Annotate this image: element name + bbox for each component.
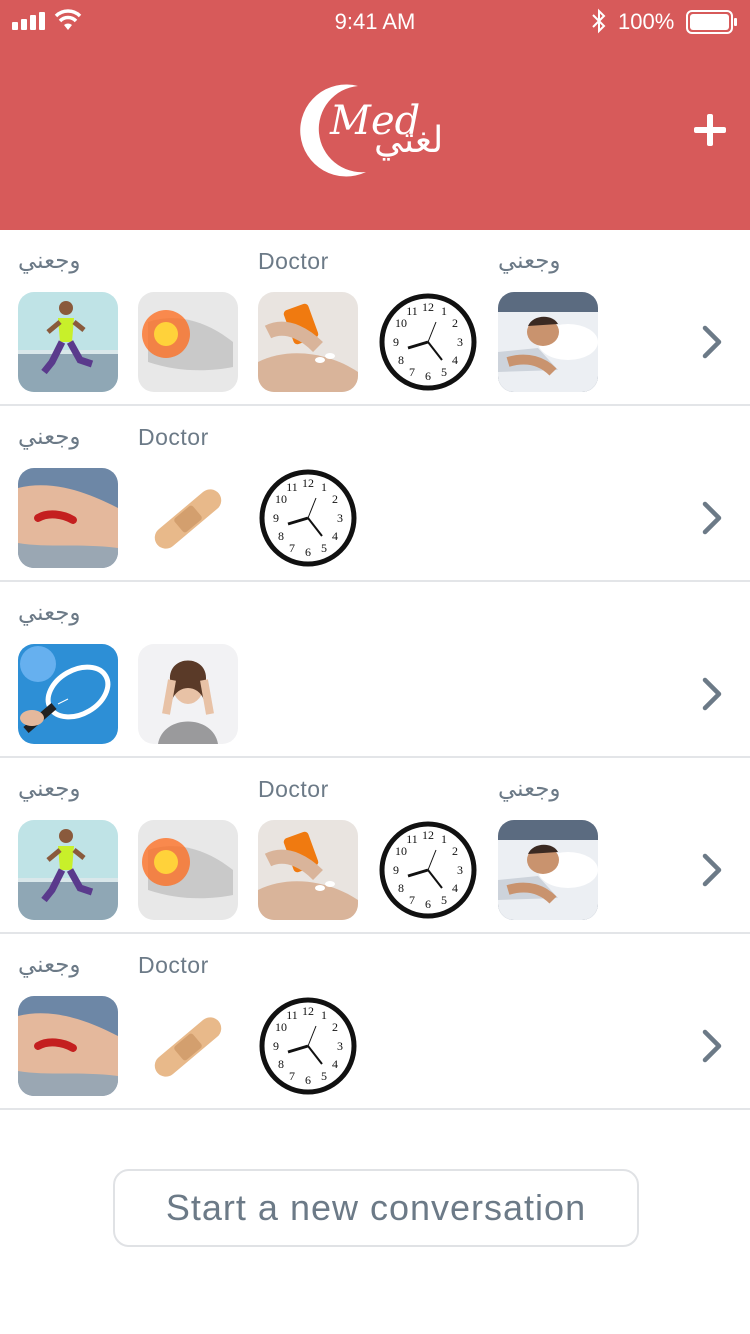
conversation-list: وجعني Doctor وجعني 12 1 2 3 4 5 6 7 8 9 10 11 وجعني Doct… <box>0 230 750 1110</box>
svg-text:2: 2 <box>452 316 458 330</box>
chevron-right-icon[interactable] <box>700 324 724 360</box>
svg-text:2: 2 <box>332 492 338 506</box>
pills-image <box>258 820 358 920</box>
bluetooth-icon <box>592 8 606 34</box>
tennis-racket-image <box>18 644 118 744</box>
conversation-label: وجعني <box>18 600 81 626</box>
svg-text:11: 11 <box>406 304 418 318</box>
pills-image <box>258 292 358 392</box>
status-bar: 9:41 AM 100% <box>0 0 750 44</box>
svg-text:12: 12 <box>422 300 434 314</box>
conversation-row[interactable]: وجعني Doctor 12 1 2 3 4 5 6 7 8 9 10 11 <box>0 406 750 582</box>
conversation-row[interactable]: وجعني Doctor 12 1 2 3 4 5 6 7 8 9 10 11 <box>0 934 750 1110</box>
conversation-row[interactable]: وجعني Doctor وجعني 12 1 2 3 4 5 6 7 8 9 10 11 <box>0 758 750 934</box>
svg-text:4: 4 <box>332 1057 338 1071</box>
svg-text:8: 8 <box>278 529 284 543</box>
svg-text:9: 9 <box>273 511 279 525</box>
svg-text:12: 12 <box>422 828 434 842</box>
svg-text:3: 3 <box>337 511 343 525</box>
runner-image <box>18 292 118 392</box>
svg-text:6: 6 <box>425 897 431 911</box>
svg-text:7: 7 <box>289 1069 295 1083</box>
injured-foot-image <box>138 820 238 920</box>
svg-text:1: 1 <box>441 832 447 846</box>
logo-arabic-text: لغتي <box>374 120 444 161</box>
svg-text:10: 10 <box>275 1020 287 1034</box>
runner-image <box>18 820 118 920</box>
add-conversation-button[interactable] <box>690 110 730 150</box>
start-new-conversation-button[interactable]: Start a new conversation <box>113 1169 639 1247</box>
scraped-arm-image <box>18 996 118 1096</box>
clock-image: 12 1 2 3 4 5 6 7 8 9 10 11 <box>258 996 358 1096</box>
svg-text:12: 12 <box>302 476 314 490</box>
svg-text:4: 4 <box>452 881 458 895</box>
svg-text:6: 6 <box>305 545 311 559</box>
clock-image: 12 1 2 3 4 5 6 7 8 9 10 11 <box>258 468 358 568</box>
clock-image: 12 1 2 3 4 5 6 7 8 9 10 11 <box>378 820 478 920</box>
svg-text:6: 6 <box>305 1073 311 1087</box>
svg-text:11: 11 <box>406 832 418 846</box>
svg-text:9: 9 <box>393 335 399 349</box>
app-header: 9:41 AM 100% Med لغتي <box>0 0 750 230</box>
svg-text:3: 3 <box>337 1039 343 1053</box>
headache-woman-image <box>138 644 238 744</box>
svg-text:4: 4 <box>452 353 458 367</box>
svg-text:8: 8 <box>398 881 404 895</box>
battery-percent: 100% <box>618 9 675 34</box>
app-logo: Med لغتي <box>296 80 456 180</box>
svg-text:2: 2 <box>332 1020 338 1034</box>
chevron-right-icon[interactable] <box>700 676 724 712</box>
svg-text:7: 7 <box>409 893 415 907</box>
conversation-label: وجعني <box>18 248 81 274</box>
conversation-label: Doctor <box>258 248 329 274</box>
svg-text:11: 11 <box>286 1008 298 1022</box>
chevron-right-icon[interactable] <box>700 500 724 536</box>
svg-text:10: 10 <box>275 492 287 506</box>
svg-text:5: 5 <box>441 893 447 907</box>
svg-text:11: 11 <box>286 480 298 494</box>
svg-text:1: 1 <box>441 304 447 318</box>
svg-text:6: 6 <box>425 369 431 383</box>
conversation-row[interactable]: وجعني <box>0 582 750 758</box>
conversation-label: Doctor <box>138 424 209 450</box>
svg-text:5: 5 <box>321 541 327 555</box>
conversation-label: وجعني <box>18 952 81 978</box>
svg-text:4: 4 <box>332 529 338 543</box>
battery-icon <box>686 10 737 34</box>
svg-text:7: 7 <box>409 365 415 379</box>
chevron-right-icon[interactable] <box>700 1028 724 1064</box>
bandage-image <box>138 996 238 1096</box>
conversation-label: وجعني <box>18 776 81 802</box>
conversation-label: وجعني <box>498 248 561 274</box>
sleeping-man-image <box>498 292 598 392</box>
svg-text:9: 9 <box>273 1039 279 1053</box>
svg-text:10: 10 <box>395 844 407 858</box>
svg-text:1: 1 <box>321 1008 327 1022</box>
conversation-label: Doctor <box>138 952 209 978</box>
svg-text:12: 12 <box>302 1004 314 1018</box>
conversation-label: وجعني <box>498 776 561 802</box>
svg-text:5: 5 <box>321 1069 327 1083</box>
svg-text:5: 5 <box>441 365 447 379</box>
bandage-image <box>138 468 238 568</box>
conversation-label: وجعني <box>18 424 81 450</box>
scraped-arm-image <box>18 468 118 568</box>
svg-text:3: 3 <box>457 335 463 349</box>
conversation-label: Doctor <box>258 776 329 802</box>
injured-foot-image <box>138 292 238 392</box>
svg-text:8: 8 <box>398 353 404 367</box>
clock-image: 12 1 2 3 4 5 6 7 8 9 10 11 <box>378 292 478 392</box>
svg-text:1: 1 <box>321 480 327 494</box>
svg-text:10: 10 <box>395 316 407 330</box>
svg-text:3: 3 <box>457 863 463 877</box>
sleeping-man-image <box>498 820 598 920</box>
conversation-row[interactable]: وجعني Doctor وجعني 12 1 2 3 4 5 6 7 8 9 10 11 <box>0 230 750 406</box>
svg-text:9: 9 <box>393 863 399 877</box>
chevron-right-icon[interactable] <box>700 852 724 888</box>
svg-text:7: 7 <box>289 541 295 555</box>
svg-text:8: 8 <box>278 1057 284 1071</box>
svg-text:2: 2 <box>452 844 458 858</box>
